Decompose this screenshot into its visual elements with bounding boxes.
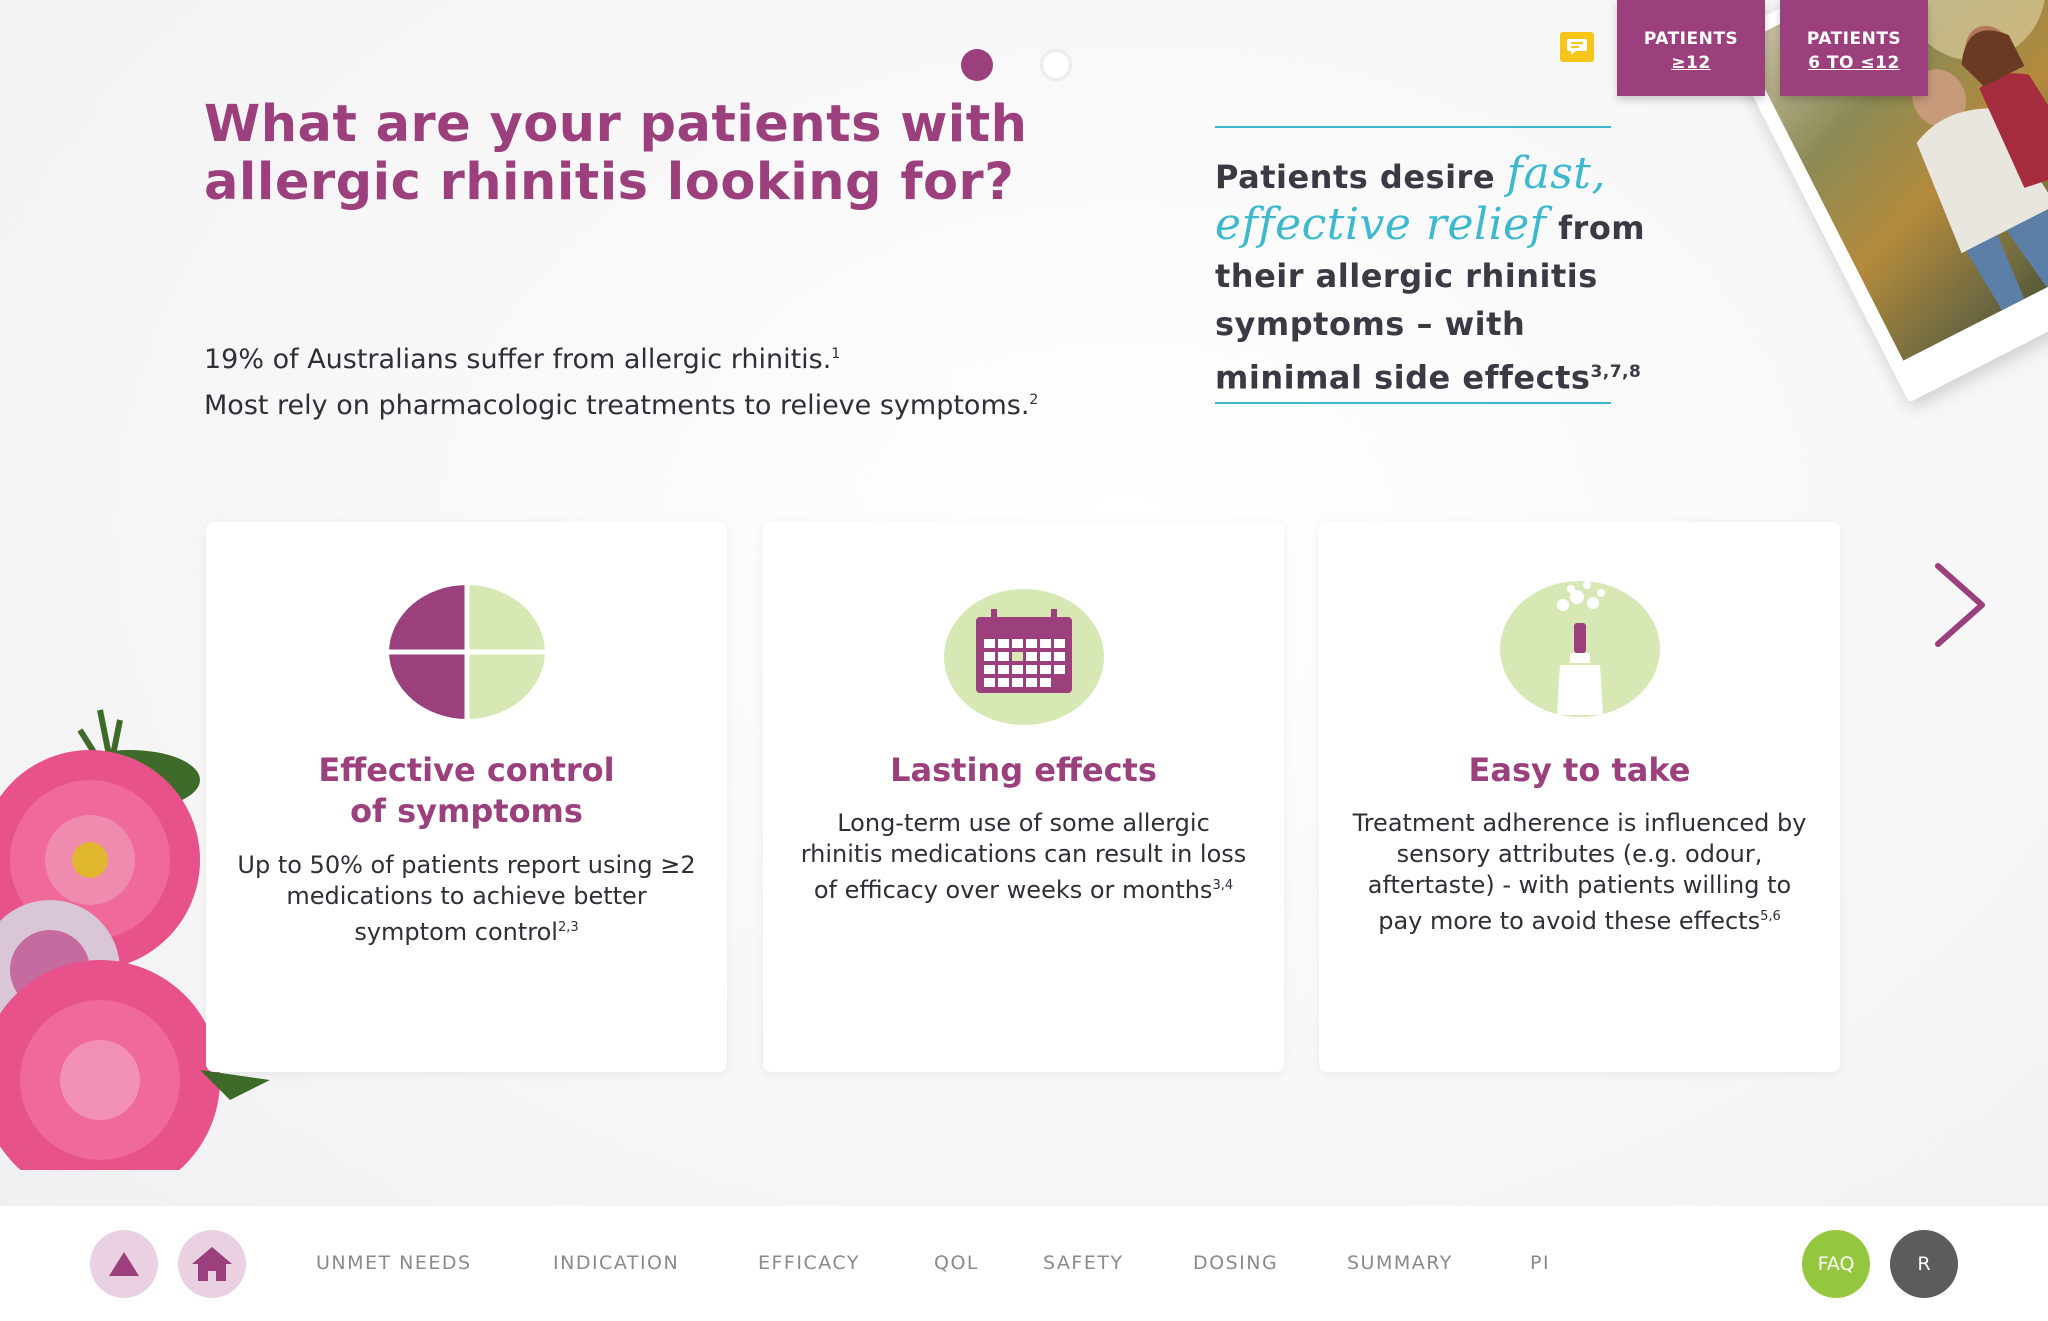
intro-text: 19% of Australians suffer from allergic … <box>204 334 1184 426</box>
chevron-right-icon <box>1935 563 1985 647</box>
comment-button[interactable] <box>1560 32 1594 62</box>
card-reference: 5,6 <box>1760 909 1781 924</box>
intro-line-2-text: Most rely on pharmacologic treatments to… <box>204 390 1030 421</box>
card-title: Easy to take <box>1319 750 1840 791</box>
card-reference: 2,3 <box>557 920 579 935</box>
triangle-up-icon <box>109 1252 139 1276</box>
card-title-line-2: of symptoms <box>350 792 583 830</box>
card-body: Up to 50% of patients report using ≥2 me… <box>236 850 697 948</box>
nav-dosing[interactable]: DOSING <box>1193 1252 1278 1274</box>
scroll-top-button[interactable] <box>90 1230 158 1298</box>
quote-bottom-rule <box>1215 402 1611 404</box>
quote-after-accent: from <box>1546 209 1646 247</box>
card-title-line-1: Lasting effects <box>890 751 1157 789</box>
intro-line-1-text: 19% of Australians suffer from allergic … <box>204 344 832 375</box>
tab-label-line1: PATIENTS <box>1643 29 1739 49</box>
title-line-1: What are your patients with <box>204 95 1028 154</box>
calendar-icon <box>939 577 1109 727</box>
footer-bar <box>0 1206 2048 1321</box>
tab-label-line1: PATIENTS <box>1806 29 1902 49</box>
quote-line-1: Patients desire fast, <box>1215 150 1715 201</box>
nav-efficacy[interactable]: EFFICACY <box>758 1252 860 1274</box>
comment-icon <box>1567 39 1587 55</box>
title-line-2: allergic rhinitis looking for? <box>204 153 1015 212</box>
card-title-line-1: Easy to take <box>1468 751 1691 789</box>
home-icon <box>192 1247 232 1281</box>
references-button[interactable]: R <box>1890 1230 1958 1298</box>
card-title-line-1: Effective control <box>318 751 615 789</box>
quote-accent-1: fast, <box>1506 148 1606 199</box>
faq-button[interactable]: FAQ <box>1802 1230 1870 1298</box>
card-lasting-effects: Lasting effects Long-term use of some al… <box>763 522 1284 1072</box>
card-body: Treatment adherence is influenced by sen… <box>1349 808 1810 937</box>
quote-line-2: effective relief from <box>1215 201 1715 252</box>
card-body: Long-term use of some allergic rhinitis … <box>793 808 1254 906</box>
nav-qol[interactable]: QOL <box>934 1252 979 1274</box>
reference-1: 1 <box>831 346 841 362</box>
nav-unmet-needs[interactable]: UNMET NEEDS <box>316 1252 472 1274</box>
quote-line-3: their allergic rhinitis <box>1215 257 1598 295</box>
card-title: Effective control of symptoms <box>206 750 727 832</box>
reference-2: 2 <box>1029 392 1039 408</box>
quote-line-4: symptoms – with <box>1215 305 1526 343</box>
intro-line-2: Most rely on pharmacologic treatments to… <box>204 380 1184 426</box>
card-reference: 3,4 <box>1212 878 1234 893</box>
quote-line-5: minimal side effects3,7,8 <box>1215 348 1715 402</box>
card-effective-control: Effective control of symptoms Up to 50% … <box>206 522 727 1072</box>
quote-prefix: Patients desire <box>1215 158 1507 196</box>
quote-line-5-text: minimal side effects <box>1215 358 1591 397</box>
card-body-text: Treatment adherence is influenced by sen… <box>1352 809 1807 935</box>
pager-dot-2[interactable] <box>1040 49 1072 81</box>
pager-dot-1[interactable] <box>961 49 993 81</box>
card-easy-to-take: Easy to take Treatment adherence is infl… <box>1319 522 1840 1072</box>
page-title: What are your patients with allergic rhi… <box>204 96 1104 212</box>
quote-accent-2: effective relief <box>1215 199 1547 250</box>
next-slide-button[interactable] <box>1930 560 1990 650</box>
nasal-spray-icon <box>1495 577 1665 727</box>
tab-patients-12-plus[interactable]: PATIENTS ≥12 <box>1617 0 1765 96</box>
nav-summary[interactable]: SUMMARY <box>1347 1252 1453 1274</box>
tab-label-line2: 6 TO ≤12 <box>1808 53 1900 73</box>
nav-safety[interactable]: SAFETY <box>1043 1252 1124 1274</box>
card-body-text: Up to 50% of patients report using ≥2 me… <box>237 851 696 946</box>
pie-chart-icon <box>382 577 552 727</box>
home-button[interactable] <box>178 1230 246 1298</box>
intro-line-1: 19% of Australians suffer from allergic … <box>204 334 1184 380</box>
card-title: Lasting effects <box>763 750 1284 791</box>
quote-block: Patients desire fast, effective relief f… <box>1215 150 1715 402</box>
card-body-text: Long-term use of some allergic rhinitis … <box>800 809 1247 904</box>
tab-label-line2: ≥12 <box>1671 53 1711 73</box>
nav-pi[interactable]: PI <box>1530 1252 1550 1274</box>
tab-patients-6-to-12[interactable]: PATIENTS 6 TO ≤12 <box>1780 0 1928 96</box>
quote-reference: 3,7,8 <box>1590 362 1642 382</box>
nav-indication[interactable]: INDICATION <box>553 1252 679 1274</box>
quote-top-rule <box>1215 126 1611 128</box>
